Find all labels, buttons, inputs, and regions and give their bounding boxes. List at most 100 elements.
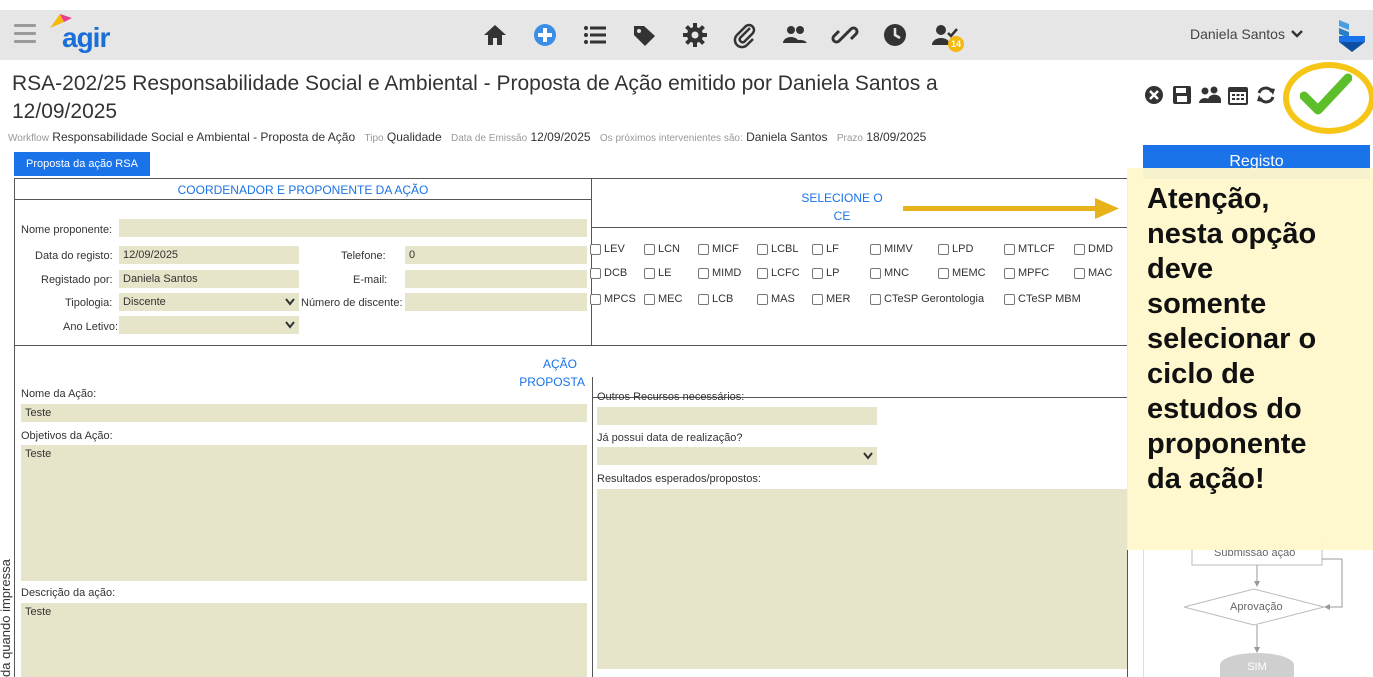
hamburger-menu-icon[interactable]	[14, 24, 36, 44]
registado-por-field[interactable]: Daniela Santos	[119, 270, 299, 288]
checkbox-box[interactable]	[698, 293, 709, 305]
ce-checkbox-mpcs[interactable]: MPCS	[590, 293, 636, 305]
tipologia-select[interactable]: Discente	[119, 293, 299, 311]
checkbox-box[interactable]	[1004, 243, 1015, 255]
nome-proponente-field[interactable]	[119, 219, 587, 237]
checkbox-label: MTLCF	[1018, 243, 1055, 255]
callout-line: deve	[1147, 253, 1214, 285]
home-icon[interactable]	[470, 20, 520, 50]
ce-checkbox-mimv[interactable]: MIMV	[870, 243, 913, 255]
ce-checkbox-mec[interactable]: MEC	[644, 293, 682, 305]
paperclip-icon[interactable]	[720, 20, 770, 50]
workflow-value: Responsabilidade Social e Ambiental - Pr…	[52, 130, 356, 144]
ce-checkbox-lcfc[interactable]: LCFC	[757, 267, 800, 279]
ce-checkbox-mac[interactable]: MAC	[1074, 267, 1112, 279]
checkbox-box[interactable]	[757, 243, 768, 255]
ce-checkbox-lf[interactable]: LF	[812, 243, 839, 255]
ce-checkbox-mer[interactable]: MER	[812, 293, 850, 305]
ce-checkbox-ctesp-mbm[interactable]: CTeSP MBM	[1004, 293, 1081, 305]
resultados-field[interactable]	[597, 489, 1127, 669]
email-field[interactable]	[405, 270, 587, 288]
ce-checkbox-mnc[interactable]: MNC	[870, 267, 909, 279]
users-icon[interactable]	[770, 20, 820, 50]
checkbox-label: LE	[658, 267, 672, 279]
checkbox-box[interactable]	[938, 267, 949, 279]
checkbox-box[interactable]	[590, 267, 601, 279]
add-circle-icon[interactable]	[520, 20, 570, 50]
checkbox-box[interactable]	[1004, 293, 1015, 305]
ce-checkbox-mpfc[interactable]: MPFC	[1004, 267, 1049, 279]
checkbox-label: MNC	[884, 267, 910, 279]
tab-proposta-acao[interactable]: Proposta da ação RSA	[14, 152, 150, 176]
ce-checkbox-lev[interactable]: LEV	[590, 243, 625, 255]
save-icon[interactable]	[1171, 84, 1193, 106]
intervenientes-value: Daniela Santos	[746, 130, 828, 144]
outros-recursos-field[interactable]	[597, 407, 877, 425]
checkbox-box[interactable]	[644, 293, 655, 305]
ce-checkbox-lcb[interactable]: LCB	[698, 293, 733, 305]
link-icon[interactable]	[820, 20, 870, 50]
user-menu[interactable]: Daniela Santos	[1190, 26, 1303, 42]
checkbox-label: MER	[826, 293, 851, 305]
users-group-icon[interactable]	[1199, 84, 1221, 106]
ce-checkbox-memc[interactable]: MEMC	[938, 267, 986, 279]
checkbox-box[interactable]	[1074, 267, 1085, 279]
checkbox-box[interactable]	[870, 293, 881, 305]
form-area: COORDENADOR E PROPONENTE DA AÇÃO Nome pr…	[14, 178, 1129, 677]
checkbox-box[interactable]	[757, 293, 768, 305]
ce-checkbox-ctesp-gerontologia[interactable]: CTeSP Gerontologia	[870, 293, 984, 305]
checkbox-box[interactable]	[870, 243, 881, 255]
callout-line: estudos do	[1147, 393, 1302, 425]
objetivos-acao-field[interactable]: Teste	[21, 445, 587, 581]
ce-checkbox-lpd[interactable]: LPD	[938, 243, 973, 255]
ce-checkbox-lp[interactable]: LP	[812, 267, 839, 279]
nome-acao-field[interactable]: Teste	[21, 404, 587, 422]
top-navbar: agir 14 Daniela Santos	[0, 10, 1373, 60]
checkbox-box[interactable]	[1074, 243, 1085, 255]
ce-checkbox-le[interactable]: LE	[644, 267, 671, 279]
ce-checkbox-mas[interactable]: MAS	[757, 293, 795, 305]
checkbox-label: LCN	[658, 243, 681, 255]
refresh-icon[interactable]	[1255, 84, 1277, 106]
checkbox-box[interactable]	[1004, 267, 1015, 279]
app-logo[interactable]: agir	[62, 22, 110, 54]
checkbox-box[interactable]	[812, 267, 823, 279]
calendar-icon[interactable]	[1227, 84, 1249, 106]
ce-checkbox-dcb[interactable]: DCB	[590, 267, 627, 279]
checkbox-box[interactable]	[590, 243, 601, 255]
gear-icon[interactable]	[670, 20, 720, 50]
cancel-icon[interactable]	[1143, 84, 1165, 106]
checkbox-box[interactable]	[644, 267, 655, 279]
checkbox-box[interactable]	[698, 243, 709, 255]
checkbox-box[interactable]	[870, 267, 881, 279]
checkbox-label: DMD	[1088, 243, 1114, 255]
telefone-field[interactable]: 0	[405, 246, 587, 264]
ce-checkbox-micf[interactable]: MICF	[698, 243, 739, 255]
data-realizacao-select[interactable]	[597, 447, 877, 465]
checkbox-box[interactable]	[812, 293, 823, 305]
checkbox-box[interactable]	[644, 243, 655, 255]
checkbox-box[interactable]	[757, 267, 768, 279]
checkbox-box[interactable]	[812, 243, 823, 255]
numero-discente-field[interactable]	[405, 293, 587, 311]
checkbox-box[interactable]	[698, 267, 709, 279]
ce-checkbox-mimd[interactable]: MIMD	[698, 267, 741, 279]
submit-check-icon[interactable]	[1300, 70, 1352, 118]
data-registo-field[interactable]: 12/09/2025	[119, 246, 299, 264]
clock-icon[interactable]	[870, 20, 920, 50]
ce-checkbox-lcbl[interactable]: LCBL	[757, 243, 799, 255]
user-check-icon[interactable]: 14	[920, 20, 970, 52]
ce-checkbox-mtlcf[interactable]: MTLCF	[1004, 243, 1055, 255]
checkbox-box[interactable]	[590, 293, 601, 305]
ce-checkbox-dmd[interactable]: DMD	[1074, 243, 1113, 255]
checkbox-box[interactable]	[938, 243, 949, 255]
flow-node-sim: SIM	[1220, 653, 1294, 677]
ano-letivo-select[interactable]	[119, 316, 299, 334]
checkbox-label: LF	[826, 243, 839, 255]
checkbox-label: CTeSP MBM	[1018, 293, 1081, 305]
descricao-acao-field[interactable]: Teste	[21, 603, 587, 677]
ce-checkbox-lcn[interactable]: LCN	[644, 243, 680, 255]
list-icon[interactable]	[570, 20, 620, 50]
callout-line: proponente	[1147, 428, 1307, 460]
tags-icon[interactable]	[620, 20, 670, 50]
